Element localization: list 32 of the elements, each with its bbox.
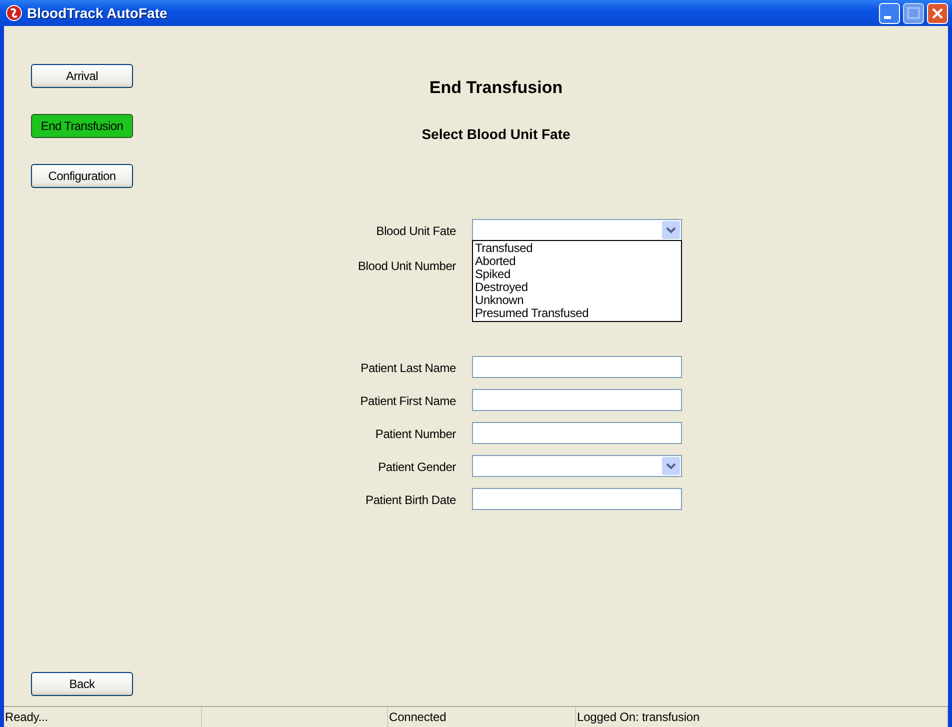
- field-label: Blood Unit Fate: [376, 224, 456, 238]
- field-label: Patient Gender: [378, 460, 456, 474]
- status-text: Logged On: transfusion: [577, 710, 700, 724]
- input-field[interactable]: [472, 422, 682, 444]
- input-field[interactable]: [472, 389, 682, 411]
- dropdown-option[interactable]: Unknown: [474, 294, 679, 307]
- page-subheading: Select Blood Unit Fate: [422, 126, 570, 142]
- app-logo-icon: [6, 5, 22, 21]
- maximize-button[interactable]: [903, 2, 924, 24]
- page-heading: End Transfusion: [429, 78, 563, 98]
- field-label: Blood Unit Number: [358, 259, 456, 273]
- field-label: Patient Birth Date: [366, 492, 456, 506]
- dropdown-option[interactable]: Spiked: [474, 268, 679, 281]
- back-button[interactable]: Back: [31, 672, 133, 696]
- window-title: BloodTrack AutoFate: [27, 5, 168, 21]
- status-text: Ready...: [5, 710, 48, 724]
- field-label: Patient Last Name: [360, 360, 456, 374]
- dropdown-option[interactable]: Aborted: [474, 255, 679, 268]
- input-field[interactable]: [472, 356, 682, 378]
- input-field[interactable]: [472, 488, 682, 510]
- dropdown-option[interactable]: Presumed Transfused: [474, 307, 679, 320]
- status-text: Connected: [389, 710, 446, 724]
- nav-button[interactable]: Configuration: [31, 164, 133, 188]
- field-label: Patient First Name: [360, 394, 456, 408]
- dropdown-field[interactable]: [472, 455, 682, 477]
- dropdown-option[interactable]: Transfused: [474, 242, 679, 255]
- dropdown-option[interactable]: Destroyed: [474, 281, 679, 294]
- nav-button[interactable]: End Transfusion: [31, 114, 133, 138]
- field-label: Patient Number: [375, 426, 456, 440]
- close-button[interactable]: [927, 2, 948, 24]
- nav-button[interactable]: Arrival: [31, 64, 133, 88]
- minimize-button[interactable]: [879, 2, 900, 24]
